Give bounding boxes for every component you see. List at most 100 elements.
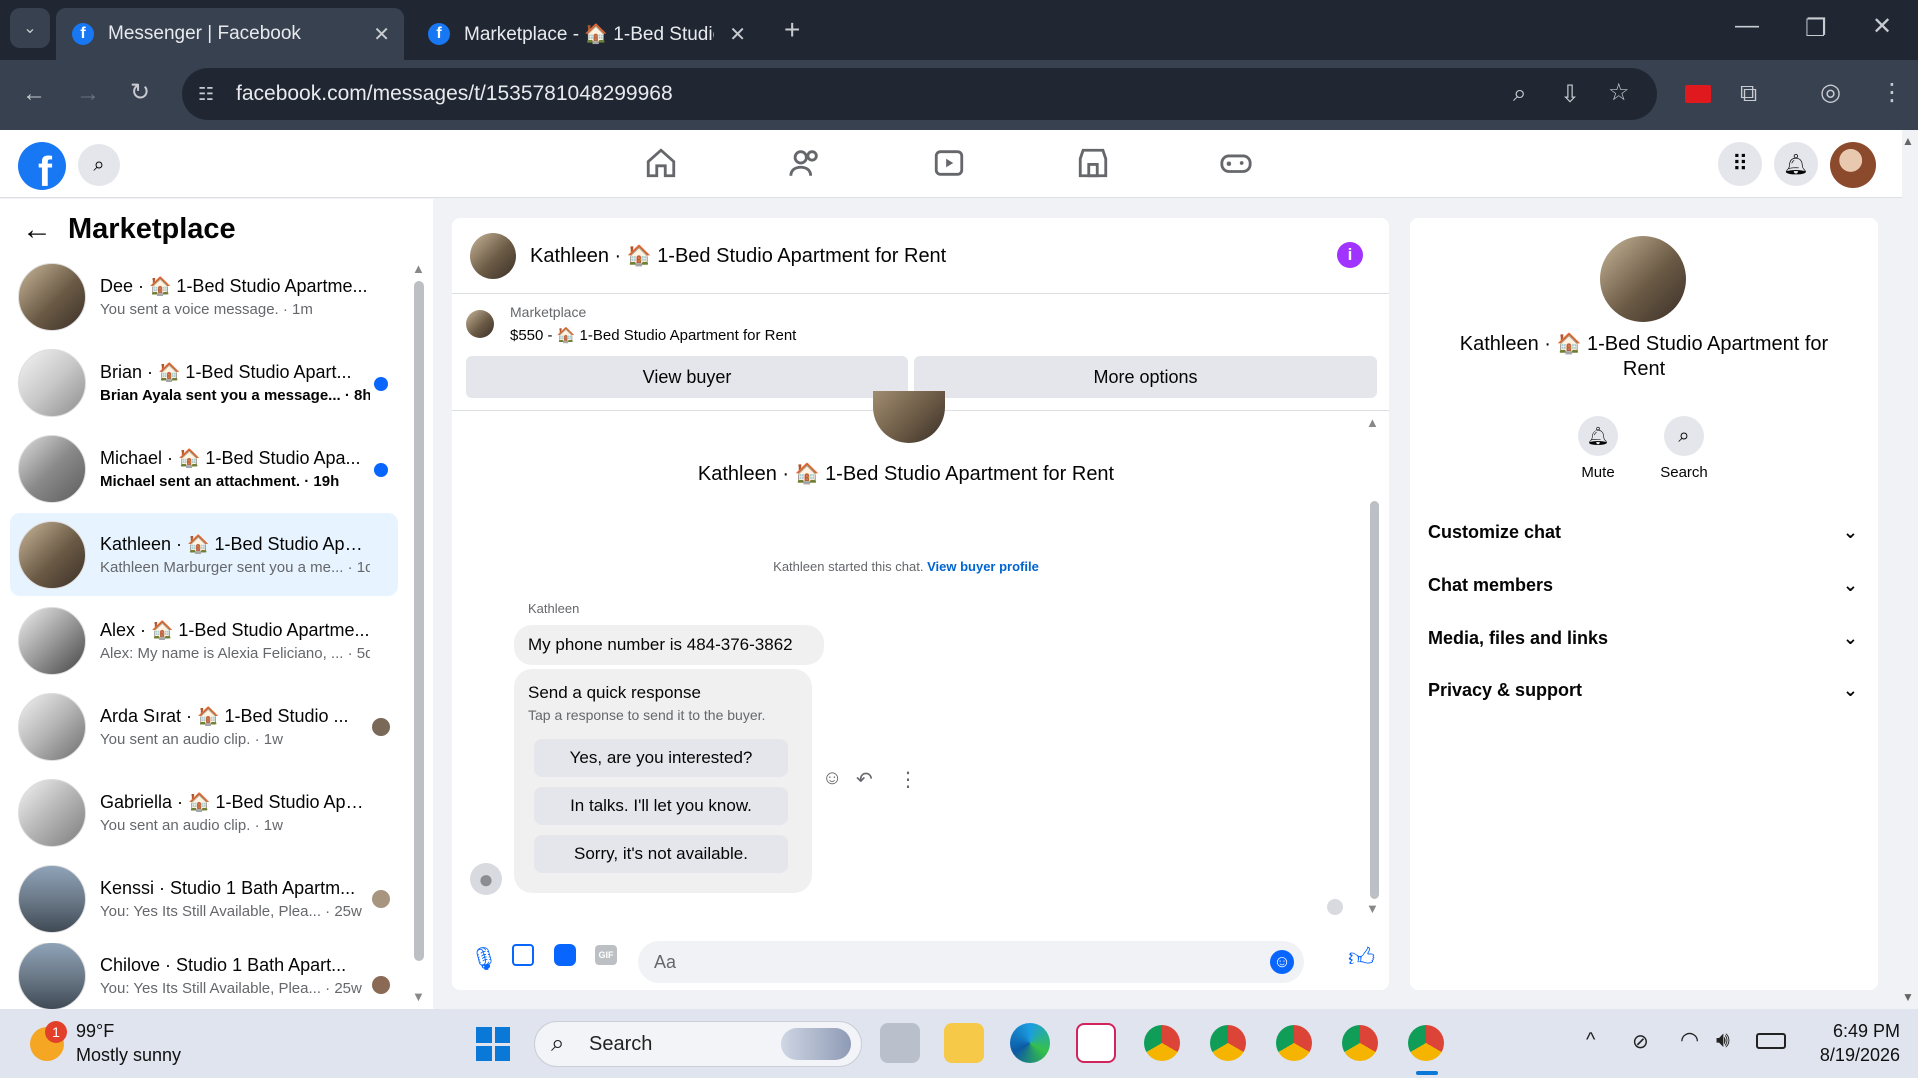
notifications-bell-icon[interactable]: 🔔︎ [1774, 142, 1818, 186]
wifi-icon[interactable]: ◠ [1680, 1027, 1699, 1053]
volume-icon[interactable]: 🔊︎ [1716, 1027, 1730, 1053]
more-actions-icon[interactable]: ⋮ [898, 767, 918, 792]
new-tab-button[interactable]: + [784, 14, 800, 46]
quick-reply-button[interactable]: Sorry, it's not available. [534, 835, 788, 873]
bookmark-star-icon[interactable]: ☆ [1608, 78, 1630, 107]
search-icon[interactable]: ⌕ [1664, 416, 1704, 456]
tab-marketplace[interactable]: f Marketplace - 🏠 1-Bed Studio ✕ [412, 8, 760, 60]
url-field[interactable]: ☷ facebook.com/messages/t/15357810482999… [182, 68, 1657, 120]
message-input[interactable]: Aa ☺ [638, 941, 1304, 983]
reply-icon[interactable]: ↶ [856, 767, 873, 792]
reload-icon[interactable]: ↻ [130, 78, 150, 107]
account-avatar[interactable] [1830, 142, 1876, 188]
home-icon[interactable] [644, 146, 678, 180]
chrome-profile-icon[interactable] [1210, 1025, 1246, 1061]
profile-icon[interactable]: ◎ [1820, 78, 1841, 107]
close-window-button[interactable]: ✕ [1872, 12, 1892, 41]
view-buyer-profile-link[interactable]: View buyer profile [927, 559, 1039, 574]
chrome-profile-icon[interactable] [1276, 1025, 1312, 1061]
forward-icon[interactable]: → [76, 80, 100, 108]
emoji-icon[interactable]: ☺ [1270, 950, 1294, 974]
thread-title: Kathleen · 🏠 1-Bed Studio Apartment for … [697, 463, 1115, 485]
close-tab-icon[interactable]: ✕ [729, 22, 746, 47]
more-options-button[interactable]: More options [914, 356, 1377, 398]
conversation-item[interactable]: Brian · 🏠 1-Bed Studio Apart... Brian Aya… [10, 341, 398, 424]
conversation-item[interactable]: Chilove · Studio 1 Bath Apart... You: Yes… [10, 943, 398, 1009]
facebook-logo[interactable]: f [18, 142, 66, 190]
page-scroll-down[interactable]: ▼ [1902, 990, 1914, 1004]
extension-red-icon[interactable] [1685, 85, 1711, 103]
chrome-icon[interactable] [1144, 1025, 1180, 1061]
conversation-item-selected[interactable]: Kathleen · 🏠 1-Bed Studio Apar... Kathlee… [10, 513, 398, 596]
zoom-icon[interactable]: ⌕ [1513, 80, 1526, 108]
quick-reply-button[interactable]: In talks. I'll let you know. [534, 787, 788, 825]
scroll-down-arrow[interactable]: ▼ [412, 989, 425, 1004]
contact-avatar[interactable] [1600, 236, 1686, 322]
page-scroll-up[interactable]: ▲ [1902, 134, 1914, 148]
windows-start-icon[interactable] [476, 1027, 510, 1061]
microphone-icon[interactable]: 🎙︎ [470, 946, 498, 972]
conversation-item[interactable]: Dee · 🏠 1-Bed Studio Apartme... You sent … [10, 255, 398, 338]
gif-icon[interactable]: GIF [595, 945, 617, 965]
install-app-icon[interactable]: ⇩ [1560, 80, 1580, 109]
close-tab-icon[interactable]: ✕ [373, 22, 390, 47]
chat-avatar[interactable] [470, 232, 516, 279]
privacy-support-section[interactable]: Privacy & support ⌄ [1428, 680, 1858, 701]
mute-bell-icon[interactable]: 🔔︎ [1578, 416, 1618, 456]
task-view-icon[interactable] [880, 1023, 920, 1063]
extensions-icon[interactable]: ⧉ [1740, 80, 1757, 108]
info-icon[interactable]: i [1337, 242, 1363, 268]
minimize-button[interactable]: — [1735, 12, 1759, 40]
tray-chevron-icon[interactable]: ^ [1586, 1029, 1595, 1052]
restore-button[interactable]: ❐ [1805, 14, 1827, 43]
snipping-tool-icon[interactable] [1076, 1023, 1116, 1063]
message-bubble[interactable]: My phone number is 484-376-3862 [514, 625, 824, 665]
conversation-item[interactable]: Michael · 🏠 1-Bed Studio Apa... Michael s… [10, 427, 398, 510]
clock-date[interactable]: 8/19/2026 [1790, 1045, 1900, 1066]
site-info-icon[interactable]: ☷ [198, 84, 214, 105]
conversation-name: Dee · 🏠 1-Bed Studio Apartme... [100, 275, 368, 296]
menu-grid-button[interactable]: ⠿ [1718, 142, 1762, 186]
tab-messenger[interactable]: f Messenger | Facebook ✕ [56, 8, 404, 60]
clock-time[interactable]: 6:49 PM [1790, 1021, 1900, 1042]
friends-icon[interactable] [788, 146, 822, 180]
thread-scrollbar[interactable] [1370, 501, 1379, 899]
like-thumb-icon[interactable]: 👍︎ [1348, 942, 1375, 973]
conversation-item[interactable]: Gabriella · 🏠 1-Bed Studio Apa... You sen… [10, 771, 398, 854]
location-off-icon[interactable]: ⊘ [1632, 1029, 1649, 1054]
view-buyer-button[interactable]: View buyer [466, 356, 908, 398]
back-icon[interactable]: ← [22, 80, 46, 108]
video-icon[interactable] [932, 146, 966, 180]
search-button[interactable]: ⌕ [78, 144, 120, 186]
chat-title[interactable]: Kathleen · 🏠 1-Bed Studio Apartment for … [530, 243, 946, 268]
chrome-active-icon[interactable] [1408, 1025, 1444, 1061]
weather-temp[interactable]: 99°F [76, 1021, 114, 1042]
conversation-item[interactable]: Alex · 🏠 1-Bed Studio Apartme... Alex: My… [10, 599, 398, 682]
message-thread: Kathleen · 🏠 1-Bed Studio Apartment for … [452, 391, 1389, 916]
tab-search-button[interactable]: ⌄ [10, 8, 50, 48]
sticker-icon[interactable] [554, 944, 576, 966]
thread-scroll-up[interactable]: ▲ [1366, 415, 1379, 430]
file-explorer-icon[interactable] [944, 1023, 984, 1063]
chrome-menu-icon[interactable]: ⋮ [1880, 78, 1904, 107]
thread-scroll-down[interactable]: ▼ [1366, 901, 1379, 916]
section-label: Customize chat [1428, 522, 1562, 542]
edge-icon[interactable] [1010, 1023, 1050, 1063]
quick-reply-button[interactable]: Yes, are you interested? [534, 739, 788, 777]
react-icon[interactable]: ☺ [822, 767, 842, 790]
scroll-up-arrow[interactable]: ▲ [412, 261, 425, 276]
gaming-icon[interactable] [1219, 146, 1253, 180]
taskbar-search-box[interactable]: ⌕ Search [534, 1021, 862, 1067]
chat-members-section[interactable]: Chat members ⌄ [1428, 575, 1858, 596]
media-files-section[interactable]: Media, files and links ⌄ [1428, 628, 1858, 649]
chrome-profile-icon[interactable] [1342, 1025, 1378, 1061]
conversation-item[interactable]: Kenssi · Studio 1 Bath Apartm... You: Yes… [10, 857, 398, 940]
conversation-item[interactable]: Arda Sırat · 🏠 1-Bed Studio ... You sent … [10, 685, 398, 768]
marketplace-icon[interactable] [1076, 146, 1110, 180]
photo-icon[interactable] [512, 944, 534, 966]
customize-chat-section[interactable]: Customize chat ⌄ [1428, 522, 1858, 543]
back-arrow-icon[interactable]: ← [22, 213, 52, 247]
sidebar-scrollbar[interactable] [414, 281, 424, 961]
battery-icon[interactable] [1756, 1033, 1786, 1049]
weather-desc[interactable]: Mostly sunny [76, 1045, 181, 1066]
